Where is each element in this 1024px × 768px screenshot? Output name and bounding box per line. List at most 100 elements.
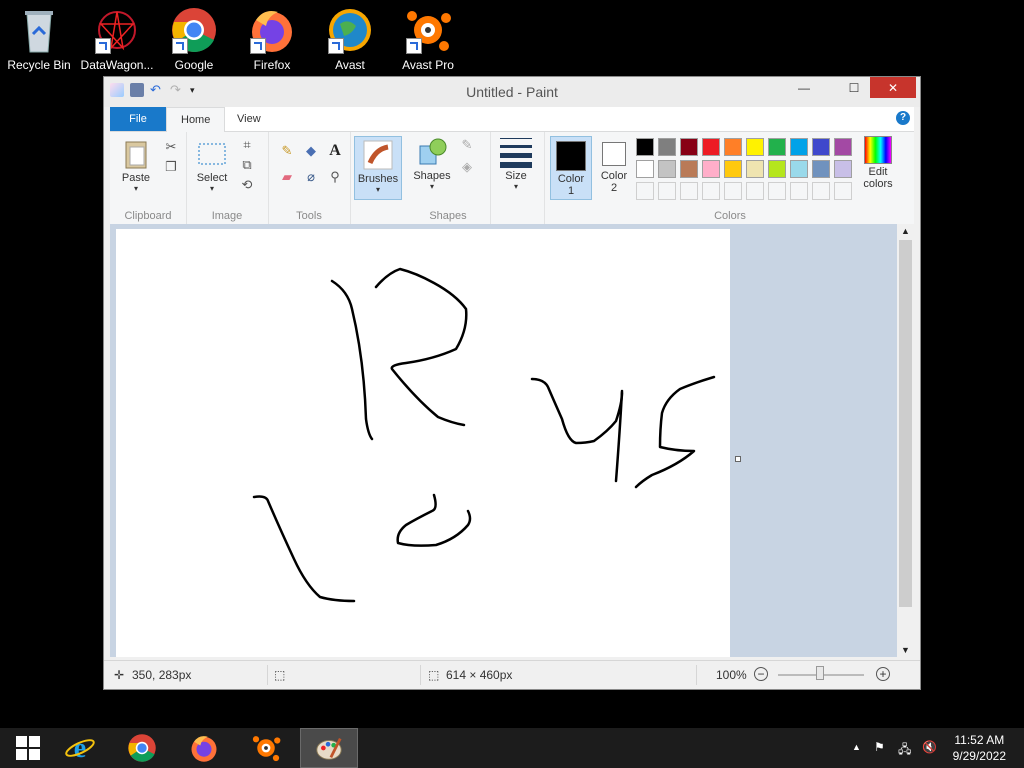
- canvas-resize-handle[interactable]: [735, 456, 741, 462]
- brushes-button[interactable]: Brushes ▾: [354, 136, 402, 200]
- close-button[interactable]: ✕: [870, 77, 916, 98]
- size-button[interactable]: Size ▾: [496, 136, 536, 191]
- taskbar-avast[interactable]: [238, 728, 294, 768]
- paste-button[interactable]: Paste ▾: [114, 138, 158, 193]
- palette-swatch[interactable]: [680, 160, 698, 178]
- stroke-r-stem: [330, 279, 374, 441]
- custom-color-slot[interactable]: [834, 182, 852, 200]
- outline-icon[interactable]: ✎: [458, 136, 476, 154]
- eraser-icon[interactable]: ▰: [278, 168, 296, 186]
- help-icon[interactable]: ?: [896, 111, 910, 125]
- taskbar-paint[interactable]: [300, 728, 358, 768]
- shapes-button[interactable]: Shapes ▾: [410, 136, 454, 191]
- clock-time: 11:52 AM: [954, 733, 1005, 747]
- network-icon[interactable]: 🖧: [898, 740, 911, 761]
- drawing-canvas[interactable]: [116, 229, 730, 657]
- palette-swatch[interactable]: [746, 160, 764, 178]
- ribbon-tabs: File Home View ?: [110, 107, 914, 132]
- color-picker-icon[interactable]: ⌀: [302, 168, 320, 186]
- custom-color-slot[interactable]: [680, 182, 698, 200]
- palette-swatch[interactable]: [834, 160, 852, 178]
- resize-icon[interactable]: ⧉: [238, 156, 256, 174]
- select-button[interactable]: Select ▾: [190, 138, 234, 193]
- size-label: Size: [505, 170, 527, 182]
- fill-icon[interactable]: ◆: [302, 142, 320, 160]
- palette-swatch[interactable]: [790, 138, 808, 156]
- scrollbar-thumb[interactable]: [899, 240, 912, 607]
- fill-shape-icon[interactable]: ◈: [458, 158, 476, 176]
- palette-swatch[interactable]: [636, 160, 654, 178]
- palette-swatch[interactable]: [702, 138, 720, 156]
- palette-swatch[interactable]: [702, 160, 720, 178]
- tab-view[interactable]: View: [223, 107, 275, 131]
- color2-label: Color: [600, 170, 628, 182]
- desktop-icon-firefox[interactable]: Firefox: [233, 6, 311, 72]
- palette-swatch[interactable]: [834, 138, 852, 156]
- text-icon[interactable]: A: [326, 142, 344, 160]
- palette-swatch[interactable]: [724, 138, 742, 156]
- zoom-slider-thumb[interactable]: [816, 666, 824, 680]
- cut-icon[interactable]: ✂: [162, 138, 180, 156]
- custom-color-slot[interactable]: [702, 182, 720, 200]
- size-icon: [500, 136, 532, 168]
- palette-swatch[interactable]: [658, 138, 676, 156]
- desktop-icon-recycle-bin[interactable]: Recycle Bin: [0, 6, 78, 72]
- minimize-button[interactable]: —: [788, 77, 820, 98]
- desktop-icon-avast-pro[interactable]: Avast Pro: [389, 6, 467, 72]
- desktop-icon-label: Firefox: [253, 58, 291, 72]
- palette-swatch[interactable]: [768, 160, 786, 178]
- edit-colors-button[interactable]: Edit colors: [858, 136, 898, 190]
- palette-swatch[interactable]: [636, 138, 654, 156]
- edit-colors-label-2: colors: [863, 178, 893, 190]
- copy-icon[interactable]: ❐: [162, 158, 180, 176]
- datawagon-icon: [93, 6, 141, 54]
- start-button[interactable]: [0, 728, 56, 768]
- zoom-out-button[interactable]: −: [754, 667, 768, 681]
- custom-color-slot[interactable]: [768, 182, 786, 200]
- scroll-down-icon[interactable]: ▼: [897, 643, 914, 657]
- maximize-button[interactable]: ☐: [838, 77, 870, 98]
- custom-color-slot[interactable]: [724, 182, 742, 200]
- palette-swatch[interactable]: [790, 160, 808, 178]
- show-hidden-icons[interactable]: ▲: [852, 742, 861, 752]
- palette-swatch[interactable]: [680, 138, 698, 156]
- rotate-icon[interactable]: ⟲: [238, 176, 256, 194]
- brushes-icon: [362, 139, 394, 171]
- color-palette: [632, 132, 862, 202]
- palette-swatch[interactable]: [812, 138, 830, 156]
- custom-color-slot[interactable]: [812, 182, 830, 200]
- palette-swatch[interactable]: [768, 138, 786, 156]
- pencil-icon[interactable]: ✎: [278, 142, 296, 160]
- scroll-up-icon[interactable]: ▲: [897, 224, 914, 238]
- crop-icon[interactable]: ⌗: [238, 136, 256, 154]
- color1-button[interactable]: Color 1: [550, 136, 592, 200]
- action-center-flag-icon[interactable]: ⚑: [874, 740, 885, 754]
- vertical-scrollbar[interactable]: ▲ ▼: [897, 224, 914, 657]
- system-clock[interactable]: 11:52 AM 9/29/2022: [953, 732, 1006, 764]
- desktop-icon-datawagon[interactable]: DataWagon...: [78, 6, 156, 72]
- taskbar-firefox[interactable]: [176, 728, 232, 768]
- tab-home[interactable]: Home: [166, 107, 226, 132]
- palette-swatch[interactable]: [812, 160, 830, 178]
- volume-muted-icon[interactable]: 🔇: [922, 740, 937, 754]
- shapes-label: Shapes: [413, 170, 451, 182]
- desktop-icon-avast[interactable]: Avast: [311, 6, 389, 72]
- title-bar[interactable]: ↶ ↷ ▾ Untitled - Paint — ☐ ✕: [104, 77, 920, 107]
- desktop-icon-google[interactable]: Google: [155, 6, 233, 72]
- custom-color-slot[interactable]: [746, 182, 764, 200]
- magnifier-icon[interactable]: ⚲: [326, 168, 344, 186]
- custom-color-slot[interactable]: [790, 182, 808, 200]
- shortcut-arrow-icon: [406, 38, 422, 54]
- taskbar-internet-explorer[interactable]: e: [52, 728, 108, 768]
- custom-color-slot[interactable]: [636, 182, 654, 200]
- palette-swatch[interactable]: [658, 160, 676, 178]
- canvas-area[interactable]: [110, 224, 897, 657]
- tab-file[interactable]: File: [110, 107, 166, 131]
- status-bar: ✛ 350, 283px ⬚ ⬚ 614 × 460px 100% − +: [104, 660, 920, 689]
- color2-button[interactable]: Color 2: [594, 136, 634, 198]
- zoom-in-button[interactable]: +: [876, 667, 890, 681]
- palette-swatch[interactable]: [724, 160, 742, 178]
- custom-color-slot[interactable]: [658, 182, 676, 200]
- taskbar-chrome[interactable]: [114, 728, 170, 768]
- palette-swatch[interactable]: [746, 138, 764, 156]
